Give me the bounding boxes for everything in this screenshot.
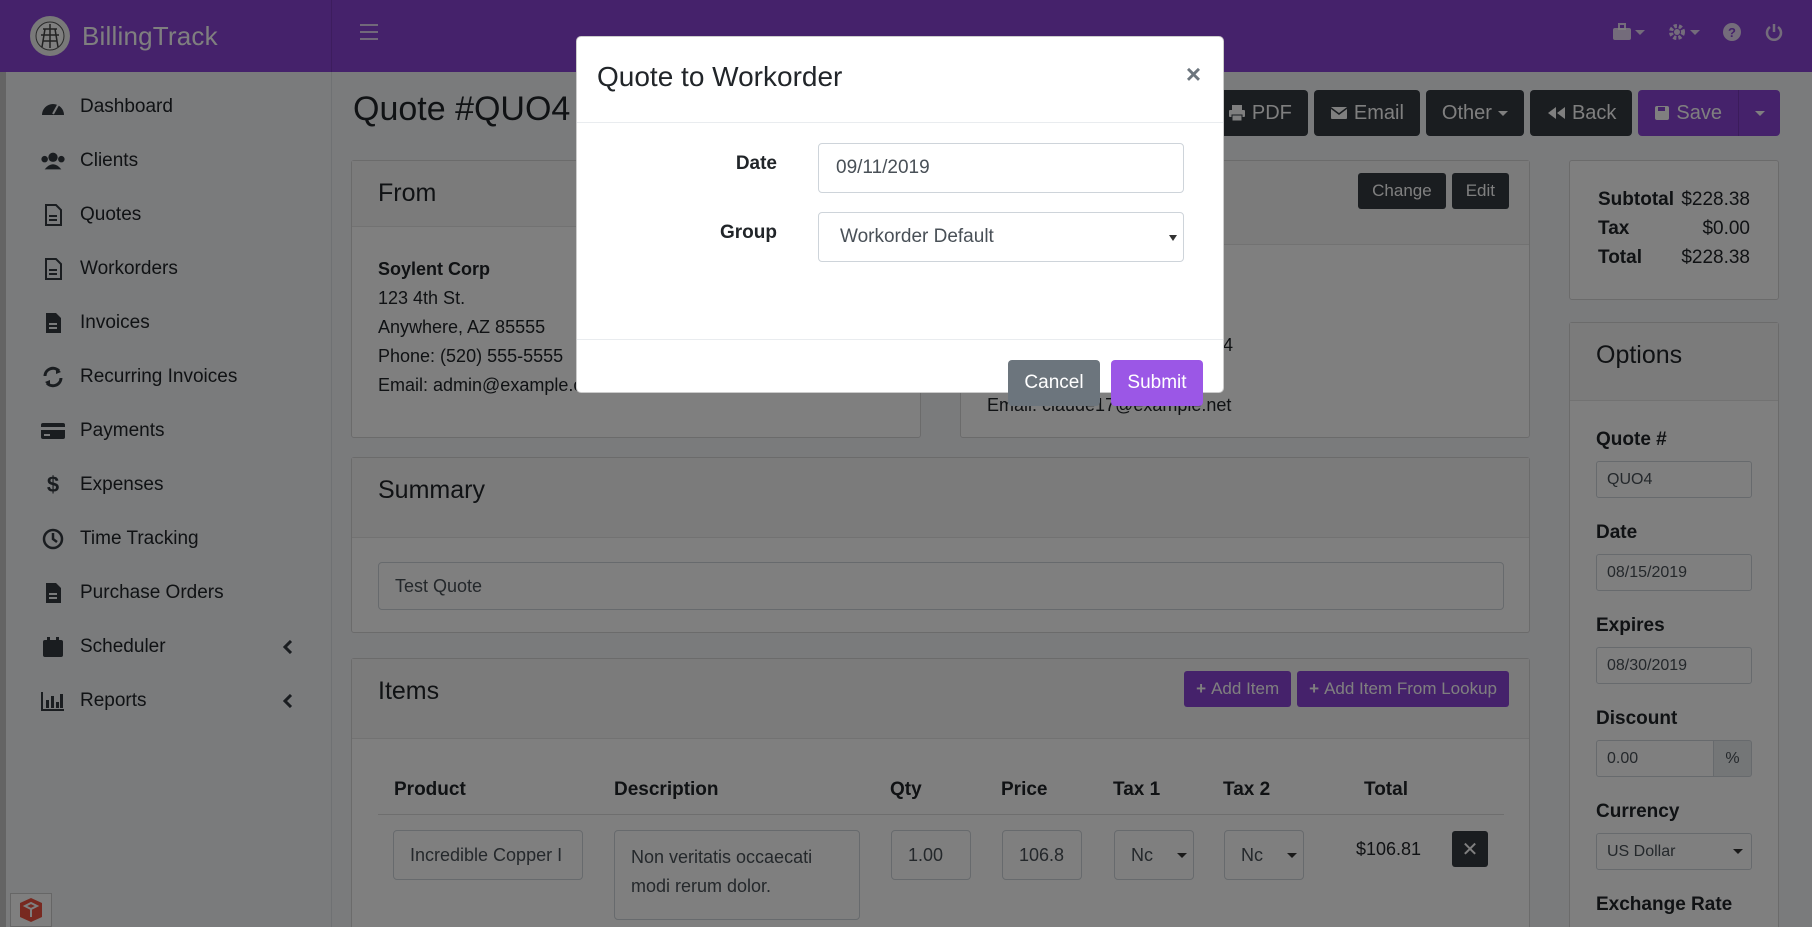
modal-date-input[interactable]: 09/11/2019 (818, 143, 1184, 193)
cancel-button[interactable]: Cancel (1008, 360, 1100, 406)
quote-to-workorder-modal: Quote to Workorder × Date 09/11/2019 Gro… (576, 36, 1224, 406)
modal-date-label: Date (735, 153, 777, 174)
close-icon[interactable]: × (1186, 59, 1201, 90)
modal-title: Quote to Workorder (597, 61, 843, 92)
modal-group-select[interactable]: Workorder Default (818, 212, 1184, 262)
submit-button[interactable]: Submit (1111, 360, 1203, 406)
modal-group-label: Group (720, 222, 777, 243)
caret-down-icon (1169, 235, 1177, 241)
